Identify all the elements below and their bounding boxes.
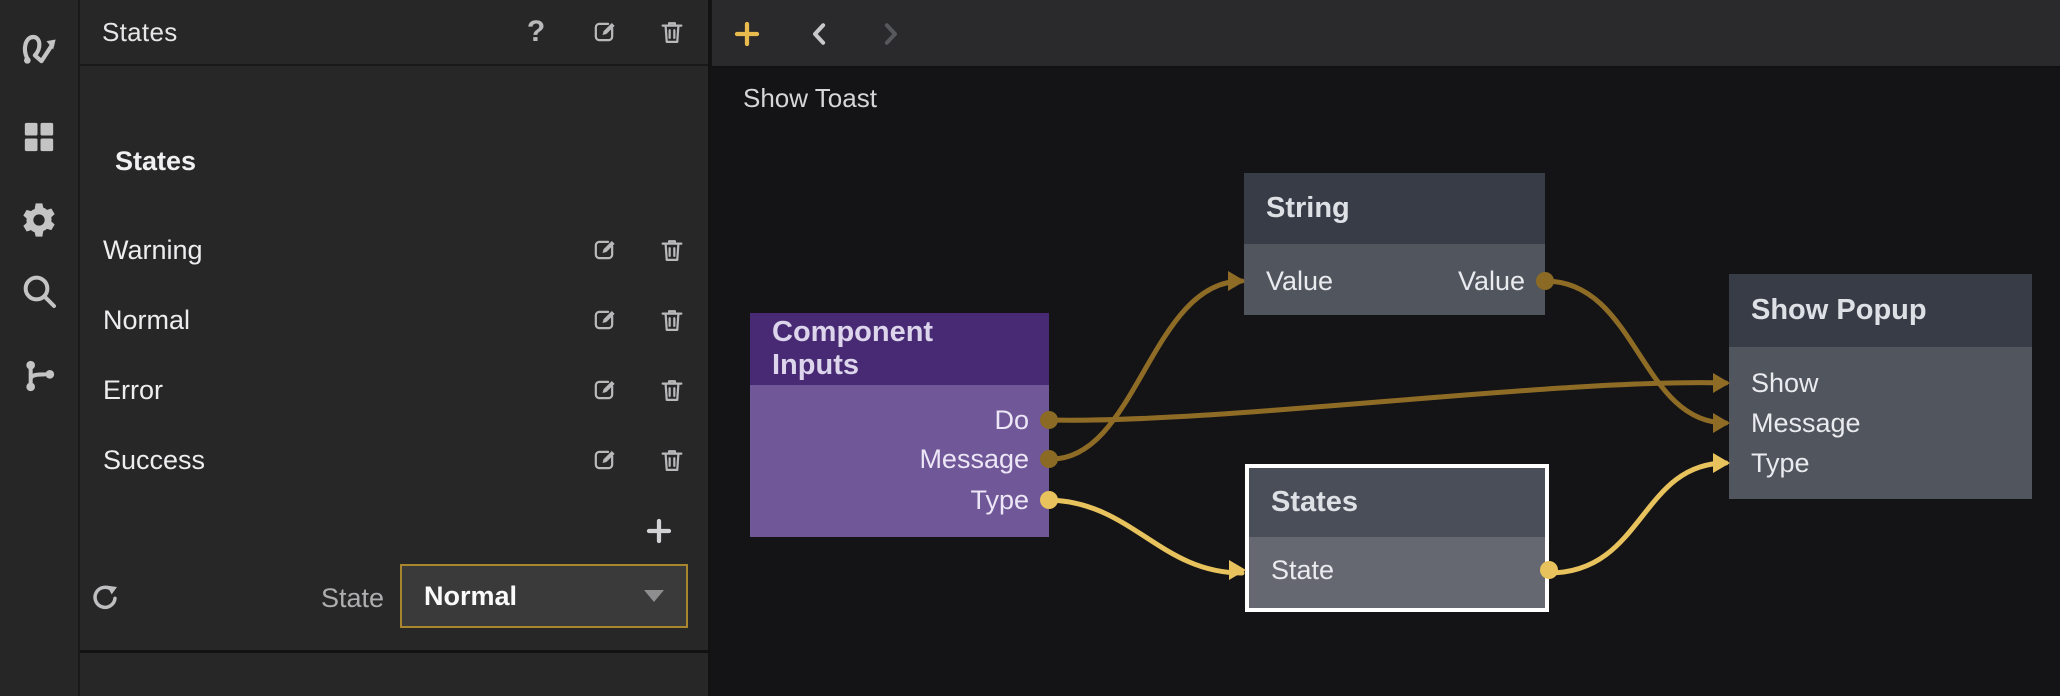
help-icon[interactable]: ? [521, 17, 551, 47]
node-title: Show Popup [1729, 274, 2032, 347]
output-port-state [1249, 552, 1545, 588]
states-panel: States ? States Warning [80, 0, 710, 696]
port-label: Message [1751, 408, 1861, 439]
state-label: Error [103, 375, 163, 406]
noodl-logo-icon[interactable] [17, 25, 61, 69]
panel-divider [80, 650, 708, 653]
output-port-value: Value [1244, 263, 1545, 299]
node-component-inputs[interactable]: Component Inputs Do Message Type [750, 313, 1049, 537]
search-icon[interactable] [17, 269, 61, 313]
delete-icon[interactable] [657, 305, 687, 335]
port-label: Show [1751, 368, 1819, 399]
components-grid-icon[interactable] [17, 115, 61, 159]
input-port-arrow[interactable] [1713, 373, 1730, 393]
input-port-arrow[interactable] [1228, 271, 1245, 291]
state-row-error[interactable]: Error [80, 355, 708, 425]
edit-icon[interactable] [589, 17, 619, 47]
output-port-dot[interactable] [1040, 411, 1058, 429]
panel-title: States [102, 17, 178, 48]
node-title: States [1249, 468, 1545, 537]
port-label: Do [994, 405, 1029, 436]
node-body: Do Message Type [750, 385, 1049, 537]
state-dropdown-label: State [80, 583, 384, 613]
input-port-message: Message [1729, 405, 2032, 441]
edit-icon[interactable] [589, 375, 619, 405]
output-port-dot[interactable] [1536, 272, 1554, 290]
connection-do-to-show[interactable] [1049, 383, 1726, 421]
state-row-normal[interactable]: Normal [80, 285, 708, 355]
state-label: Success [103, 445, 205, 476]
node-title: String [1244, 173, 1545, 244]
input-port-arrow[interactable] [1713, 413, 1730, 433]
breadcrumb[interactable]: Show Toast [743, 83, 877, 114]
output-port-dot[interactable] [1040, 450, 1058, 468]
chevron-down-icon [644, 590, 664, 602]
node-body: Show Message Type [1729, 347, 2032, 499]
delete-icon[interactable] [657, 17, 687, 47]
output-port-dot[interactable] [1540, 561, 1558, 579]
node-states[interactable]: States State [1245, 464, 1549, 612]
canvas-toolbar [712, 0, 2060, 68]
output-port-message: Message [750, 441, 1049, 477]
settings-gear-icon[interactable] [17, 198, 61, 242]
port-label: Message [919, 444, 1029, 475]
connection-string-value-to-message[interactable] [1545, 281, 1726, 423]
port-label: Value [1458, 266, 1525, 297]
input-port-type: Type [1729, 445, 2032, 481]
state-row-warning[interactable]: Warning [80, 215, 708, 285]
navigate-back-button[interactable] [803, 17, 837, 51]
states-section-title: States [115, 146, 196, 177]
icon-sidebar [0, 0, 80, 696]
input-port-show: Show [1729, 365, 2032, 401]
edit-icon[interactable] [589, 305, 619, 335]
state-dropdown-value: Normal [424, 581, 517, 612]
add-node-button[interactable] [730, 17, 764, 51]
node-body: State [1249, 537, 1545, 608]
connection-type-to-state[interactable] [1049, 500, 1242, 573]
output-port-type: Type [750, 482, 1049, 518]
delete-icon[interactable] [657, 235, 687, 265]
edit-icon[interactable] [589, 445, 619, 475]
node-body: Value Value [1244, 244, 1545, 315]
app-window: States ? States Warning [0, 0, 2060, 696]
input-port-arrow[interactable] [1713, 453, 1730, 473]
node-title: Component Inputs [750, 313, 1049, 385]
port-label: Type [1751, 448, 1810, 479]
port-label: Type [970, 485, 1029, 516]
state-dropdown[interactable]: Normal [400, 564, 688, 628]
node-canvas-column: Show Toast Component Inputs Do [712, 0, 2060, 696]
state-label: Normal [103, 305, 190, 336]
delete-icon[interactable] [657, 375, 687, 405]
delete-icon[interactable] [657, 445, 687, 475]
connection-message-to-string-value[interactable] [1049, 281, 1242, 459]
navigate-forward-button[interactable] [873, 17, 907, 51]
output-port-do: Do [750, 402, 1049, 438]
output-port-dot[interactable] [1040, 491, 1058, 509]
state-row-success[interactable]: Success [80, 425, 708, 495]
node-graph-canvas[interactable]: Show Toast Component Inputs Do [712, 68, 2060, 696]
states-panel-header: States ? [80, 0, 708, 66]
version-control-icon[interactable] [17, 354, 61, 398]
connection-state-to-type[interactable] [1549, 463, 1726, 573]
node-show-popup[interactable]: Show Popup Show Message Type [1729, 274, 2032, 499]
state-label: Warning [103, 235, 203, 266]
edit-icon[interactable] [589, 235, 619, 265]
input-port-arrow[interactable] [1229, 560, 1246, 580]
node-string[interactable]: String Value Value [1244, 173, 1545, 315]
add-state-button[interactable] [642, 514, 676, 548]
